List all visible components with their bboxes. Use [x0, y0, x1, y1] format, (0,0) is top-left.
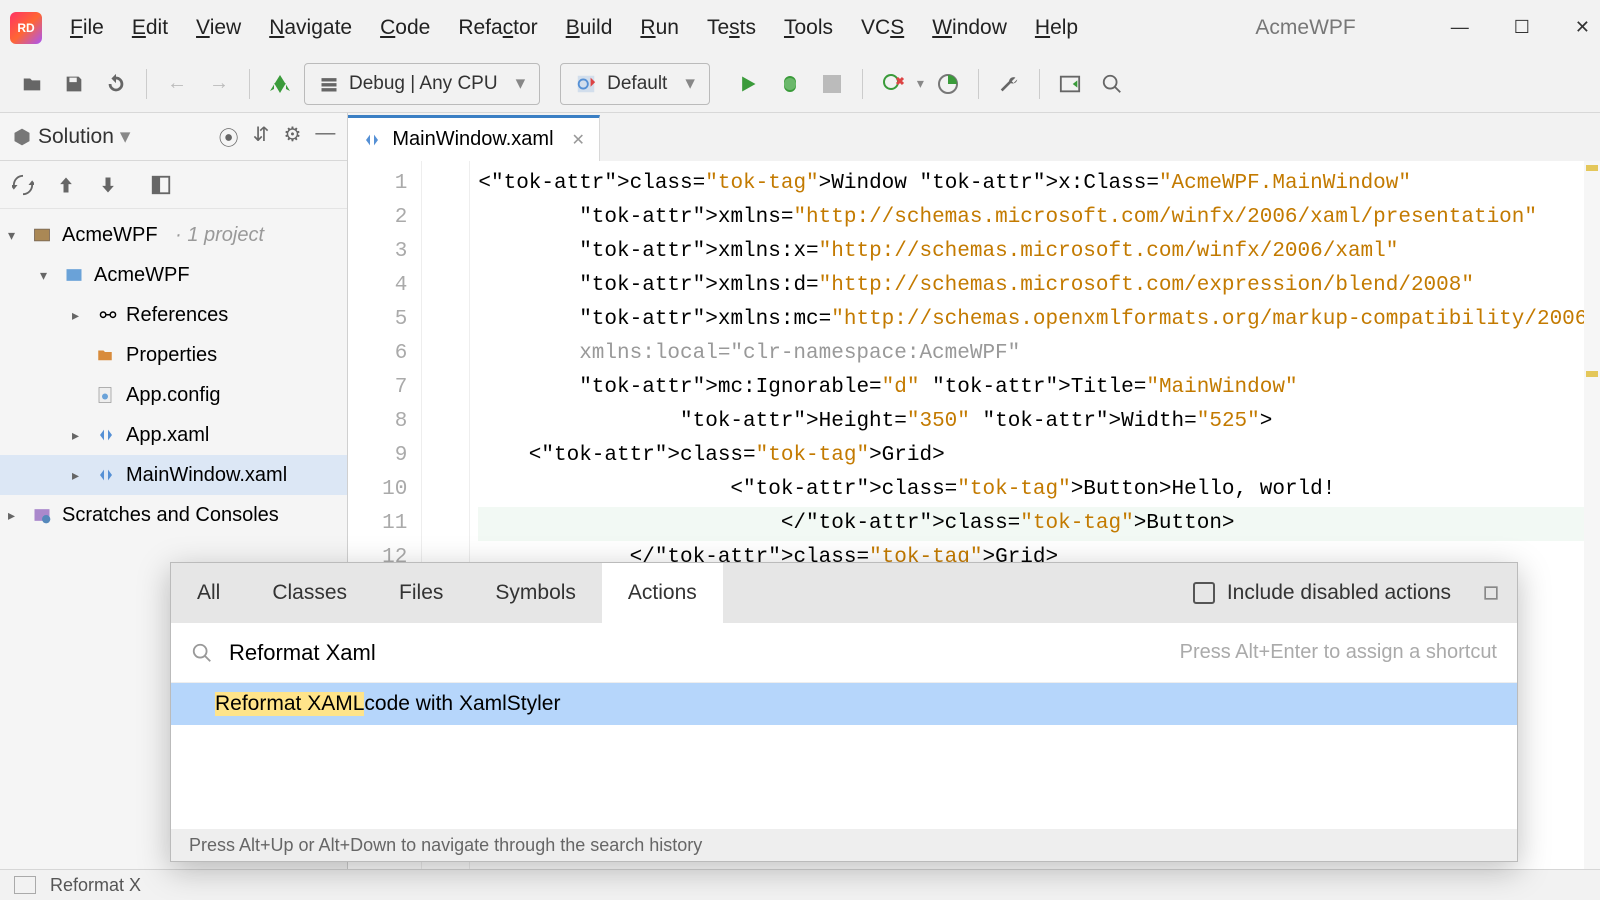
collapse-icon[interactable]: ⇵ [253, 122, 270, 151]
menu-tests[interactable]: Tests [707, 16, 756, 40]
menu-window[interactable]: Window [932, 16, 1007, 40]
window-minimize-icon[interactable]: — [1451, 17, 1469, 38]
popup-tab-classes[interactable]: Classes [246, 563, 373, 623]
preview-icon[interactable] [150, 174, 172, 196]
editor-tab[interactable]: MainWindow.xaml ✕ [348, 115, 600, 161]
run-icon[interactable] [730, 66, 766, 102]
menu-edit[interactable]: Edit [132, 16, 168, 40]
vertical-scrollbar[interactable] [1584, 161, 1600, 869]
chevron-down-icon[interactable]: ▾ [120, 124, 131, 149]
search-everywhere-popup: AllClassesFilesSymbolsActions Include di… [170, 562, 1518, 862]
close-tab-icon[interactable]: ✕ [572, 130, 585, 150]
stop-icon[interactable] [814, 66, 850, 102]
coverage-icon[interactable] [930, 66, 966, 102]
menu-navigate[interactable]: Navigate [269, 16, 352, 40]
xaml-file-icon [362, 132, 382, 148]
minimize-icon[interactable]: — [315, 122, 335, 151]
gear-icon[interactable]: ⚙ [283, 122, 301, 151]
project-node[interactable]: ▾ AcmeWPF [0, 255, 347, 295]
build-config-selector[interactable]: Debug | Any CPU ▾ [304, 63, 540, 105]
menu-vcs[interactable]: VCS [861, 16, 904, 40]
references-node[interactable]: ▸ ⚯ References [0, 295, 347, 335]
window-maximize-icon[interactable]: ☐ [1514, 17, 1530, 38]
menu-refactor[interactable]: Refactor [458, 16, 537, 40]
window-close-icon[interactable]: ✕ [1575, 17, 1590, 38]
app-logo: RD [10, 12, 42, 44]
menu-tools[interactable]: Tools [784, 16, 833, 40]
appconfig-node[interactable]: App.config [0, 375, 347, 415]
popup-tab-symbols[interactable]: Symbols [469, 563, 602, 623]
forward-icon[interactable]: → [201, 66, 237, 102]
include-disabled-checkbox[interactable] [1193, 582, 1215, 604]
open-icon[interactable] [14, 66, 50, 102]
scratches-node[interactable]: ▸ Scratches and Consoles [0, 495, 347, 535]
menu-help[interactable]: Help [1035, 16, 1078, 40]
settings-wrench-icon[interactable] [991, 66, 1027, 102]
popup-tab-all[interactable]: All [171, 563, 246, 623]
shortcut-hint: Press Alt+Enter to assign a shortcut [1180, 641, 1497, 664]
include-disabled-label: Include disabled actions [1227, 581, 1451, 605]
solution-icon [12, 127, 32, 147]
properties-node[interactable]: Properties [0, 335, 347, 375]
popup-tab-actions[interactable]: Actions [602, 563, 723, 623]
run-config-selector[interactable]: Default ▾ [560, 63, 710, 105]
sync-icon[interactable] [12, 174, 34, 196]
solution-node[interactable]: ▾ AcmeWPF · 1 project [0, 215, 347, 255]
search-result[interactable]: Reformat XAML code with XamlStyler [171, 683, 1517, 725]
main-toolbar: ← → Debug | Any CPU ▾ Default ▾ ▾ [0, 55, 1600, 113]
status-bar: Reformat X [0, 869, 1600, 900]
layout-icon[interactable] [1052, 66, 1088, 102]
search-icon [191, 642, 213, 664]
inspect-icon[interactable] [875, 66, 911, 102]
menu-run[interactable]: Run [640, 16, 679, 40]
main-menu: File Edit View Navigate Code Refactor Build Run… [70, 16, 1078, 40]
menu-build[interactable]: Build [566, 16, 613, 40]
back-icon[interactable]: ← [159, 66, 195, 102]
pin-icon[interactable] [1481, 583, 1501, 603]
panel-title: Solution [38, 125, 114, 149]
arrow-down-icon[interactable] [98, 174, 118, 196]
menu-view[interactable]: View [196, 16, 241, 40]
project-title: AcmeWPF [1255, 16, 1355, 40]
save-icon[interactable] [56, 66, 92, 102]
tab-label: MainWindow.xaml [392, 128, 553, 151]
status-text: Reformat X [50, 875, 141, 896]
chevron-down-icon: ▾ [685, 72, 695, 95]
search-icon[interactable] [1094, 66, 1130, 102]
mainwindow-node[interactable]: ▸ MainWindow.xaml [0, 455, 347, 495]
popup-tab-files[interactable]: Files [373, 563, 469, 623]
debug-icon[interactable] [772, 66, 808, 102]
menu-code[interactable]: Code [380, 16, 430, 40]
arrow-up-icon[interactable] [56, 174, 76, 196]
menu-file[interactable]: File [70, 16, 104, 40]
target-icon[interactable]: ⦿ [219, 122, 239, 151]
chevron-down-icon: ▾ [516, 72, 526, 95]
appxaml-node[interactable]: ▸ App.xaml [0, 415, 347, 455]
build-icon[interactable] [262, 66, 298, 102]
popup-footer-hint: Press Alt+Up or Alt+Down to navigate thr… [171, 829, 1517, 861]
search-input[interactable] [229, 640, 649, 666]
refresh-icon[interactable] [98, 66, 134, 102]
tool-window-icon[interactable] [14, 876, 36, 894]
